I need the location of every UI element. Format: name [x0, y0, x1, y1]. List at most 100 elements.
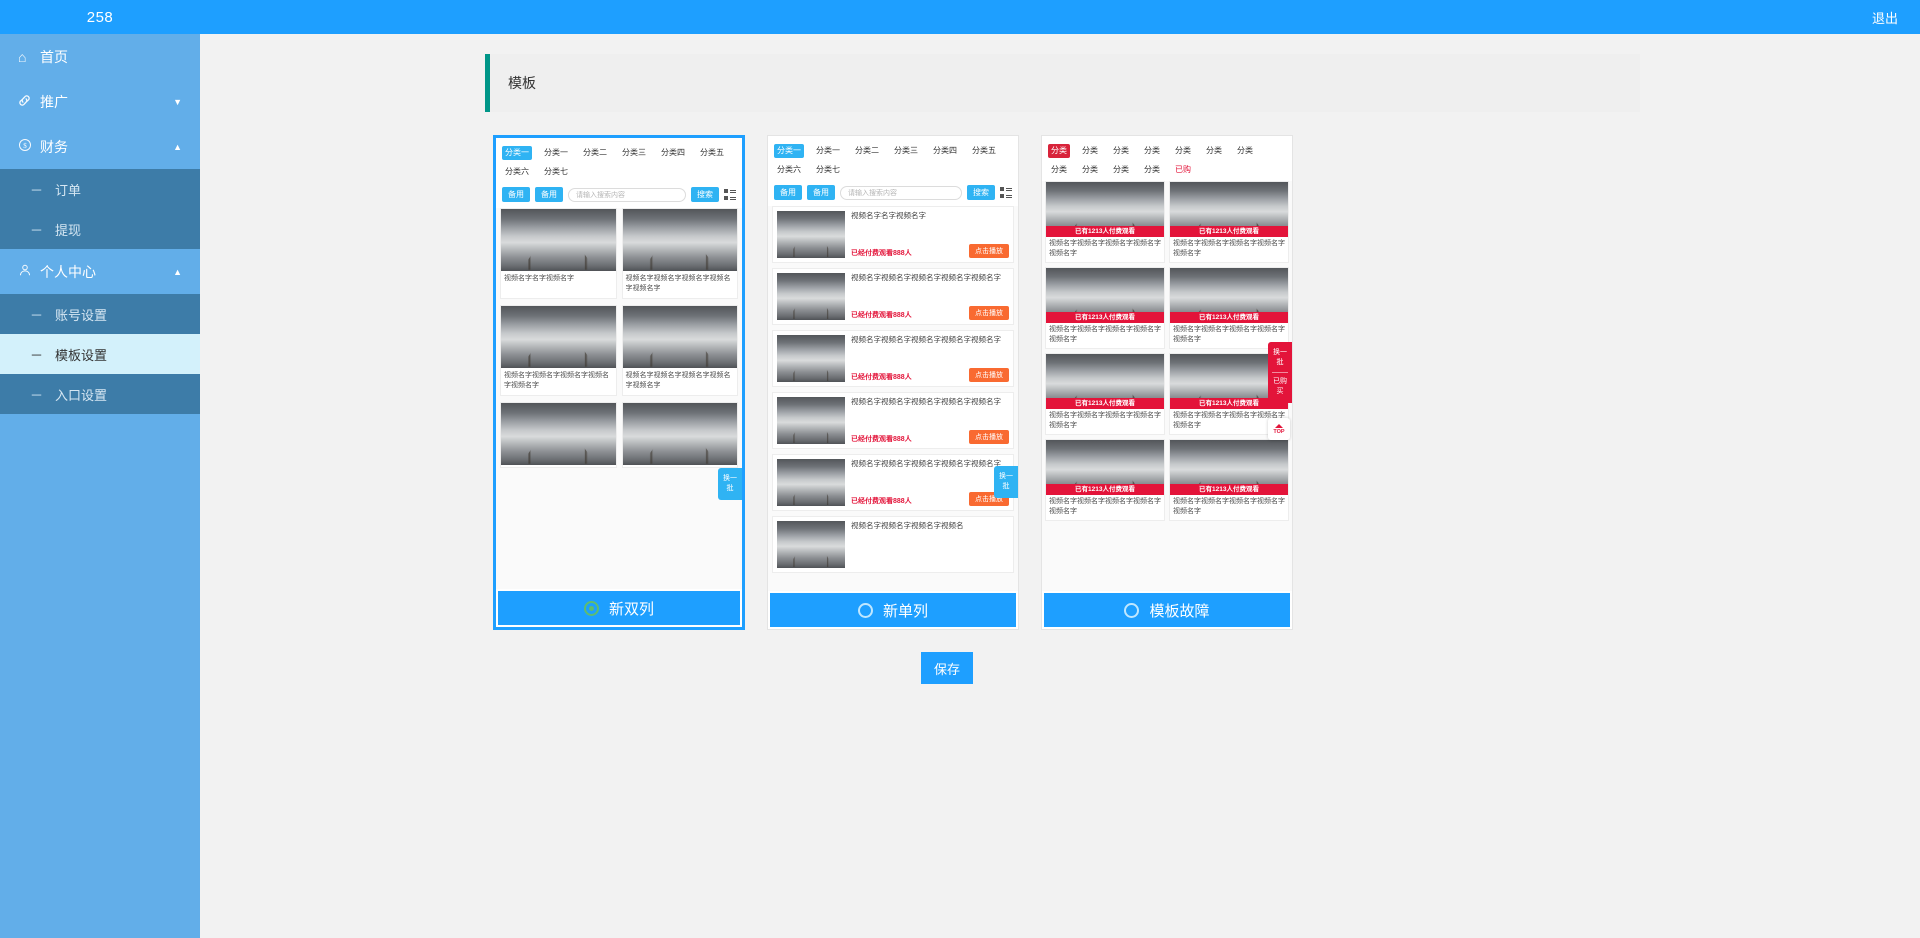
- paid-count: 已经付费观看888人: [851, 310, 912, 320]
- sidebar-item-finance[interactable]: $ 财务 ▲: [0, 124, 200, 169]
- play-button[interactable]: 点击播放: [969, 368, 1009, 382]
- template-option-footer[interactable]: 新双列: [496, 589, 742, 627]
- list-view-toggle-icon[interactable]: [724, 189, 736, 201]
- backup-button[interactable]: 备用: [807, 185, 835, 200]
- category-tab[interactable]: 分类: [1079, 144, 1101, 158]
- template-card-fault[interactable]: 分类 分类 分类 分类 分类 分类 分类 分类 分类 分类 分类 已购: [1041, 135, 1293, 630]
- category-tab[interactable]: 分类: [1141, 163, 1163, 177]
- template-option-footer[interactable]: 模板故障: [1042, 591, 1292, 629]
- video-thumbnail: [777, 211, 845, 258]
- category-tab[interactable]: 分类三: [619, 146, 649, 160]
- category-tab[interactable]: 分类二: [580, 146, 610, 160]
- video-meta: 已经付费观看888人 点击播放: [851, 306, 1009, 320]
- video-cell[interactable]: 已有1213人付费观看 视频名字视频名字视频名字视频名字视频名字: [1169, 181, 1289, 263]
- dash-icon: －: [30, 220, 43, 239]
- dash-icon: －: [30, 345, 43, 364]
- template-card-single-column[interactable]: 分类一 分类一 分类二 分类三 分类四 分类五 分类六 分类七 备用 备用 请输…: [767, 135, 1019, 630]
- video-cell[interactable]: 已有1213人付费观看 视频名字视频名字视频名字视频名字视频名字: [1045, 181, 1165, 263]
- category-tab[interactable]: 分类: [1048, 144, 1070, 158]
- video-cell[interactable]: 视频名字视频名字视频名字视频名字视频名字: [500, 305, 617, 396]
- video-thumbnail: [777, 397, 845, 444]
- purchased-badge[interactable]: 已购买: [1273, 378, 1287, 395]
- category-tab[interactable]: 分类一: [541, 146, 571, 160]
- category-tab[interactable]: 分类四: [658, 146, 688, 160]
- category-tab[interactable]: 分类四: [930, 144, 960, 158]
- app-logo[interactable]: 258: [0, 9, 200, 26]
- video-list-item[interactable]: 视频名字名字视频名字 已经付费观看888人 点击播放: [772, 206, 1014, 263]
- video-cell[interactable]: 已有1213人付费观看 视频名字视频名字视频名字视频名字视频名字: [1045, 267, 1165, 349]
- category-tab[interactable]: 分类三: [891, 144, 921, 158]
- refresh-batch-badge[interactable]: 换一批: [994, 466, 1018, 498]
- video-cell[interactable]: 视频名字名字视频名字: [500, 208, 617, 299]
- search-input[interactable]: 请输入搜索内容: [840, 186, 962, 200]
- backup-button[interactable]: 备用: [502, 187, 530, 202]
- sidebar-item-home[interactable]: ⌂ 首页: [0, 34, 200, 79]
- radio-unselected-icon[interactable]: [858, 603, 873, 618]
- video-cell[interactable]: 视频名字视频名字视频名字视频名字视频名字: [622, 305, 739, 396]
- category-tab[interactable]: 分类六: [502, 165, 532, 179]
- sidebar-item-profile[interactable]: 个人中心 ▲: [0, 249, 200, 294]
- video-info: 视频名字视频名字视频名字视频名字视频名字 已经付费观看888人 点击播放: [851, 397, 1009, 444]
- video-cell[interactable]: 已有1213人付费观看 视频名字视频名字视频名字视频名字视频名字: [1045, 439, 1165, 521]
- logout-link[interactable]: 退出: [1872, 8, 1920, 27]
- video-cell[interactable]: [622, 402, 739, 468]
- sidebar-item-account-settings[interactable]: － 账号设置: [0, 294, 200, 334]
- template-card-two-column[interactable]: 分类一 分类一 分类二 分类三 分类四 分类五 分类六 分类七 备用 备用 请输…: [493, 135, 745, 630]
- sidebar-item-template-settings[interactable]: － 模板设置: [0, 334, 200, 374]
- refresh-batch-badge[interactable]: 换一批: [718, 468, 742, 500]
- template-option-footer[interactable]: 新单列: [768, 591, 1018, 629]
- sidebar-item-withdraw[interactable]: － 提现: [0, 209, 200, 249]
- backup-button[interactable]: 备用: [774, 185, 802, 200]
- refresh-batch-badge[interactable]: 换一批: [1273, 349, 1287, 366]
- grid-view-toggle-icon[interactable]: [1000, 187, 1012, 199]
- category-tab[interactable]: 分类一: [502, 146, 532, 160]
- save-button[interactable]: 保存: [921, 652, 973, 684]
- video-meta: 已经付费观看888人 点击播放: [851, 244, 1009, 258]
- radio-selected-icon[interactable]: [584, 601, 599, 616]
- video-cell[interactable]: 视频名字视频名字视频名字视频名字视频名字: [622, 208, 739, 299]
- thumbnail-wrapper: 已有1213人付费观看: [1046, 440, 1164, 495]
- sidebar-item-promotion[interactable]: 推广 ▼: [0, 79, 200, 124]
- category-tab[interactable]: 分类七: [541, 165, 571, 179]
- play-button[interactable]: 点击播放: [969, 244, 1009, 258]
- category-tab[interactable]: 分类: [1079, 163, 1101, 177]
- category-tab[interactable]: 分类: [1110, 144, 1132, 158]
- video-info: 视频名字视频名字视频名字视频名字视频名字 已经付费观看888人 点击播放: [851, 273, 1009, 320]
- template-option-label: 模板故障: [1149, 600, 1209, 621]
- category-tab[interactable]: 分类: [1048, 163, 1070, 177]
- category-tab[interactable]: 分类五: [969, 144, 999, 158]
- video-cell[interactable]: 已有1213人付费观看 视频名字视频名字视频名字视频名字视频名字: [1169, 439, 1289, 521]
- video-cell[interactable]: 已有1213人付费观看 视频名字视频名字视频名字视频名字视频名字: [1169, 267, 1289, 349]
- sidebar-item-orders[interactable]: － 订单: [0, 169, 200, 209]
- video-list-item[interactable]: 视频名字视频名字视频名字视频名字视频名字 已经付费观看888人 点击播放: [772, 392, 1014, 449]
- video-list-item[interactable]: 视频名字视频名字视频名字视频名字视频名字 已经付费观看888人 点击播放: [772, 454, 1014, 511]
- video-cell[interactable]: [500, 402, 617, 468]
- play-button[interactable]: 点击播放: [969, 306, 1009, 320]
- category-tab[interactable]: 分类七: [813, 163, 843, 177]
- refresh-purchased-badges[interactable]: 换一批 已购买: [1268, 342, 1292, 403]
- category-tab[interactable]: 分类: [1172, 144, 1194, 158]
- template-option-label: 新单列: [883, 600, 928, 621]
- category-tab[interactable]: 分类六: [774, 163, 804, 177]
- radio-unselected-icon[interactable]: [1124, 603, 1139, 618]
- category-tab[interactable]: 分类一: [813, 144, 843, 158]
- video-list-item[interactable]: 视频名字视频名字视频名字视频名字视频名字 已经付费观看888人 点击播放: [772, 268, 1014, 325]
- category-tab[interactable]: 分类五: [697, 146, 727, 160]
- search-input[interactable]: 请输入搜索内容: [568, 188, 686, 202]
- video-list-item[interactable]: 视频名字视频名字视频名字视频名: [772, 516, 1014, 573]
- category-tab[interactable]: 分类一: [774, 144, 804, 158]
- category-tab[interactable]: 分类: [1141, 144, 1163, 158]
- sidebar-item-entry-settings[interactable]: － 入口设置: [0, 374, 200, 414]
- video-cell[interactable]: 已有1213人付费观看 视频名字视频名字视频名字视频名字视频名字: [1045, 353, 1165, 435]
- search-button[interactable]: 搜索: [967, 185, 995, 200]
- category-tab[interactable]: 分类: [1234, 144, 1256, 158]
- scroll-to-top-button[interactable]: TOP: [1268, 418, 1290, 440]
- play-button[interactable]: 点击播放: [969, 430, 1009, 444]
- category-tab[interactable]: 分类: [1203, 144, 1225, 158]
- video-list-item[interactable]: 视频名字视频名字视频名字视频名字视频名字 已经付费观看888人 点击播放: [772, 330, 1014, 387]
- search-button[interactable]: 搜索: [691, 187, 719, 202]
- category-tab[interactable]: 分类二: [852, 144, 882, 158]
- backup-button[interactable]: 备用: [535, 187, 563, 202]
- purchased-tab[interactable]: 已购: [1172, 163, 1194, 177]
- category-tab[interactable]: 分类: [1110, 163, 1132, 177]
